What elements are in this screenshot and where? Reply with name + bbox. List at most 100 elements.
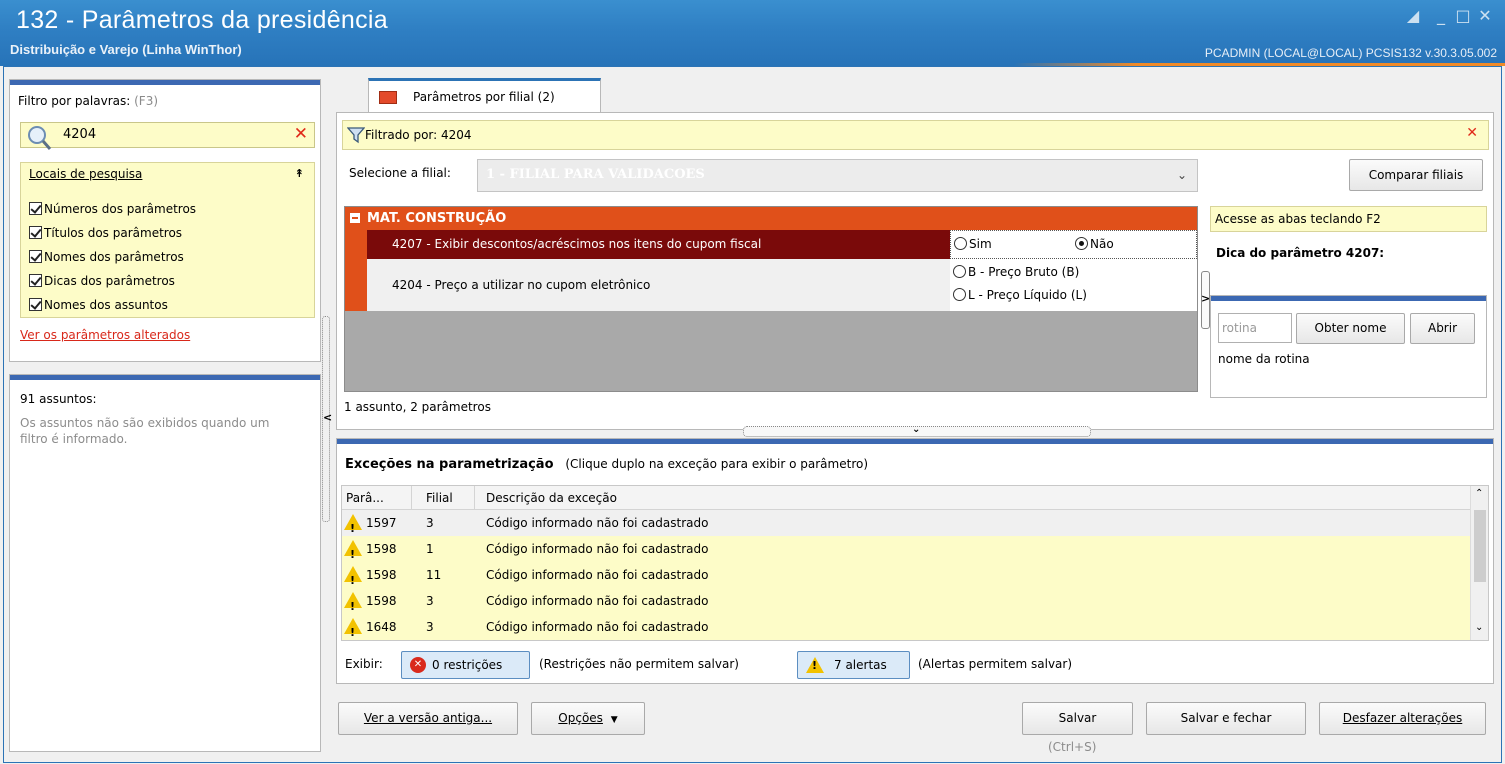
routine-panel-bar bbox=[1211, 296, 1486, 301]
radio-selected-icon[interactable] bbox=[1075, 237, 1088, 250]
checkbox-icon[interactable] bbox=[29, 202, 42, 215]
table-row[interactable]: 1598 3 Código informado não foi cadastra… bbox=[342, 588, 1470, 620]
collapse-icon[interactable]: ↟ bbox=[295, 167, 304, 180]
restore-icon[interactable]: ◢ bbox=[1402, 6, 1424, 26]
param-row-value[interactable]: Sim Não bbox=[950, 230, 1197, 259]
exceptions-title: Exceções na parametrização bbox=[345, 457, 554, 472]
filter-input[interactable]: 4204 bbox=[63, 127, 96, 142]
warning-icon bbox=[344, 540, 362, 568]
col-branch[interactable]: Filial bbox=[426, 491, 453, 505]
collapse-down-icon[interactable]: ⌄ bbox=[912, 424, 920, 435]
location-item[interactable]: Nomes dos parâmetros bbox=[29, 245, 196, 269]
compare-branches-button[interactable]: Comparar filiais bbox=[1349, 159, 1483, 191]
folder-icon bbox=[379, 91, 397, 104]
changed-params-link[interactable]: Ver os parâmetros alterados bbox=[20, 328, 190, 342]
checkbox-icon[interactable] bbox=[29, 298, 42, 311]
subjects-count: 91 assuntos: bbox=[20, 392, 97, 406]
warning-icon bbox=[344, 514, 362, 542]
maximize-icon[interactable]: □ bbox=[1452, 6, 1474, 26]
collapse-left-icon[interactable]: < bbox=[323, 411, 332, 424]
radio-icon[interactable] bbox=[953, 288, 966, 301]
radio-option[interactable]: B - Preço Bruto (B) bbox=[953, 265, 1079, 279]
checkbox-icon[interactable] bbox=[29, 226, 42, 239]
filter-bar: Filtrado por: 4204 ✕ bbox=[342, 120, 1489, 150]
location-item[interactable]: Nomes dos assuntos bbox=[29, 293, 196, 317]
filter-label: Filtro por palavras: bbox=[18, 94, 131, 108]
group-header[interactable]: MAT. CONSTRUÇÃO bbox=[345, 207, 1197, 230]
save-close-button[interactable]: Salvar e fechar bbox=[1146, 702, 1306, 735]
location-item[interactable]: Números dos parâmetros bbox=[29, 197, 196, 221]
window-title: 132 - Parâmetros da presidência bbox=[16, 6, 388, 34]
location-item[interactable]: Títulos dos parâmetros bbox=[29, 221, 196, 245]
table-row[interactable]: 1598 11 Código informado não foi cadastr… bbox=[342, 562, 1470, 594]
subjects-note: Os assuntos não são exibidos quando um f… bbox=[20, 416, 270, 446]
help-hint: Acesse as abas teclando F2 bbox=[1215, 212, 1381, 226]
branch-label: Selecione a filial: bbox=[349, 166, 451, 180]
params-grid: MAT. CONSTRUÇÃO 4207 - Exibir descontos/… bbox=[344, 206, 1198, 392]
alerts-button[interactable]: 7 alertas bbox=[797, 651, 910, 679]
old-version-button[interactable]: Ver a versão antiga... bbox=[338, 702, 518, 735]
radio-icon[interactable] bbox=[953, 265, 966, 278]
save-button[interactable]: Salvar bbox=[1022, 702, 1133, 735]
funnel-icon bbox=[347, 127, 365, 144]
close-icon[interactable]: ✕ bbox=[1474, 6, 1496, 26]
exceptions-table: Parâ... Filial Descrição da exceção 1597… bbox=[341, 485, 1489, 646]
branch-select-value: 1 - FILIAL PARA VALIDACOES bbox=[486, 167, 705, 182]
clear-filter-bar-icon[interactable]: ✕ bbox=[1466, 125, 1478, 141]
filter-bar-text: Filtrado por: 4204 bbox=[365, 128, 472, 142]
table-row[interactable]: 1597 3 Código informado não foi cadastra… bbox=[342, 510, 1470, 542]
restrictions-button[interactable]: ✕ 0 restrições bbox=[401, 651, 530, 679]
warning-icon bbox=[344, 566, 362, 594]
scroll-up-icon[interactable]: ⌃ bbox=[1475, 488, 1483, 499]
radio-icon[interactable] bbox=[954, 237, 967, 250]
scroll-down-icon[interactable]: ⌄ bbox=[1475, 622, 1483, 633]
subjects-panel-bar bbox=[10, 375, 320, 380]
routine-input[interactable]: rotina bbox=[1218, 313, 1292, 343]
error-icon: ✕ bbox=[410, 657, 426, 673]
checkbox-icon[interactable] bbox=[29, 250, 42, 263]
group-side-strip bbox=[345, 230, 367, 311]
collapse-group-icon[interactable] bbox=[350, 213, 360, 223]
routine-name: nome da rotina bbox=[1218, 352, 1310, 366]
save-hotkey: (Ctrl+S) bbox=[1048, 740, 1097, 754]
get-name-button[interactable]: Obter nome bbox=[1296, 313, 1405, 344]
tab-params-by-branch[interactable]: Parâmetros por filial (2) bbox=[368, 78, 601, 113]
expand-right-icon[interactable]: > bbox=[1201, 292, 1210, 305]
filter-panel: Filtro por palavras: (F3) 4204 ✕ Locais … bbox=[9, 79, 321, 362]
exceptions-subtitle: (Clique duplo na exceção para exibir o p… bbox=[565, 457, 869, 471]
subjects-panel: 91 assuntos: Os assuntos não são exibido… bbox=[9, 374, 321, 752]
open-button[interactable]: Abrir bbox=[1410, 313, 1475, 344]
undo-changes-button[interactable]: Desfazer alterações bbox=[1319, 702, 1486, 735]
table-row[interactable]: 1648 3 Código informado não foi cadastra… bbox=[342, 614, 1470, 646]
group-label: MAT. CONSTRUÇÃO bbox=[367, 211, 507, 226]
exceptions-panel: Exceções na parametrização (Clique duplo… bbox=[336, 438, 1494, 684]
checkbox-icon[interactable] bbox=[29, 274, 42, 287]
routine-placeholder: rotina bbox=[1222, 321, 1258, 335]
table-body: 1597 3 Código informado não foi cadastra… bbox=[342, 510, 1470, 646]
radio-option[interactable]: Não bbox=[1075, 237, 1114, 251]
clear-filter-icon[interactable]: ✕ bbox=[294, 124, 308, 144]
filter-input-box[interactable]: 4204 ✕ bbox=[20, 122, 315, 150]
radio-option[interactable]: L - Preço Líquido (L) bbox=[953, 288, 1087, 302]
col-param[interactable]: Parâ... bbox=[346, 491, 384, 505]
chevron-down-icon[interactable]: ⌄ bbox=[1177, 168, 1187, 182]
param-row-label[interactable]: 4207 - Exibir descontos/acréscimos nos i… bbox=[367, 230, 950, 259]
routine-panel: rotina Obter nome Abrir nome da rotina bbox=[1210, 295, 1487, 398]
minimize-icon[interactable]: _ bbox=[1430, 6, 1452, 26]
options-button[interactable]: Opções ▼ bbox=[531, 702, 645, 735]
scroll-thumb[interactable] bbox=[1474, 510, 1486, 582]
alerts-note: (Alertas permitem salvar) bbox=[918, 657, 1073, 671]
search-locations-title: Locais de pesquisa bbox=[29, 167, 143, 181]
radio-option[interactable]: Sim bbox=[954, 237, 992, 251]
table-row[interactable]: 1598 1 Código informado não foi cadastra… bbox=[342, 536, 1470, 568]
window-subtitle: Distribuição e Varejo (Linha WinThor) bbox=[10, 42, 242, 57]
vertical-scrollbar[interactable]: ⌃ ⌄ bbox=[1470, 486, 1488, 640]
location-item[interactable]: Dicas dos parâmetros bbox=[29, 269, 196, 293]
branch-select[interactable]: 1 - FILIAL PARA VALIDACOES ⌄ bbox=[477, 159, 1198, 192]
param-row-label[interactable]: 4204 - Preço a utilizar no cupom eletrôn… bbox=[367, 259, 950, 311]
param-row-value[interactable]: B - Preço Bruto (B) L - Preço Líquido (L… bbox=[950, 259, 1197, 311]
col-description[interactable]: Descrição da exceção bbox=[486, 491, 617, 505]
search-locations-box: Locais de pesquisa ↟ Números dos parâmet… bbox=[20, 162, 315, 318]
filter-hotkey: (F3) bbox=[134, 94, 159, 108]
title-bar: 132 - Parâmetros da presidência Distribu… bbox=[0, 0, 1505, 66]
